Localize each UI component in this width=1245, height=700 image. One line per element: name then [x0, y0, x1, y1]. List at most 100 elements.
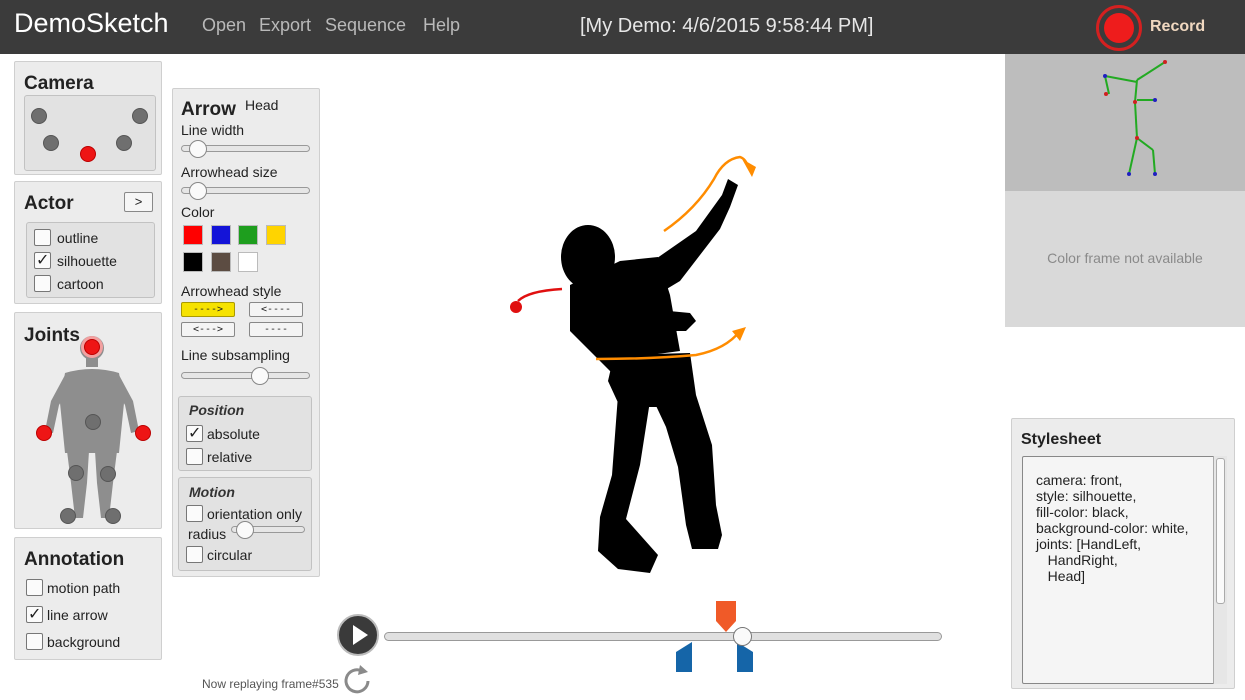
joint-head[interactable]: [84, 339, 100, 355]
skeleton-preview: [1005, 54, 1245, 191]
color-swatch-red[interactable]: [183, 225, 203, 245]
color-swatch-yellow[interactable]: [266, 225, 286, 245]
color-swatch-green[interactable]: [238, 225, 258, 245]
checkbox-silhouette[interactable]: ✓: [34, 252, 51, 269]
actor-style-group: outline ✓ silhouette cartoon: [26, 222, 155, 298]
menu-sequence[interactable]: Sequence: [325, 15, 406, 36]
camera-view-picker: [24, 95, 156, 171]
stylesheet-editor[interactable]: camera: front, style: silhouette, fill-c…: [1022, 456, 1227, 684]
checkbox-circular[interactable]: [186, 546, 203, 563]
joint-knee-right[interactable]: [68, 465, 84, 481]
stylesheet-line: fill-color: black,: [1036, 504, 1129, 520]
main-canvas[interactable]: [500, 145, 770, 585]
subsampling-label: Line subsampling: [181, 347, 290, 363]
checkbox-line-arrow[interactable]: ✓: [26, 606, 43, 623]
line-width-slider-thumb[interactable]: [189, 140, 207, 158]
camera-view-right[interactable]: [116, 135, 132, 151]
check-icon: ✓: [188, 425, 202, 442]
check-icon: ✓: [36, 252, 50, 269]
joint-spine[interactable]: [85, 414, 101, 430]
arrowhead-style-label: Arrowhead style: [181, 283, 282, 299]
motion-group: Motion orientation only radius circular: [178, 477, 312, 571]
camera-view-left[interactable]: [43, 135, 59, 151]
label-line-arrow: line arrow: [47, 607, 108, 623]
checkbox-motion-path[interactable]: [26, 579, 43, 596]
stylesheet-line: joints: [HandLeft,: [1036, 536, 1142, 552]
stylesheet-scrollbar[interactable]: [1213, 456, 1227, 684]
label-orientation-only: orientation only: [207, 506, 302, 522]
subsampling-slider-thumb[interactable]: [251, 367, 269, 385]
check-icon: ✓: [28, 606, 42, 623]
playback-status: Now replaying frame#535: [202, 677, 339, 691]
radius-slider-thumb[interactable]: [236, 521, 254, 539]
camera-view-front[interactable]: [80, 146, 96, 162]
menu-export[interactable]: Export: [259, 15, 311, 36]
session-title: [My Demo: 4/6/2015 9:58:44 PM]: [580, 15, 874, 37]
color-swatch-brown[interactable]: [211, 252, 231, 272]
arrowhead-style-none[interactable]: ----: [249, 322, 303, 337]
stylesheet-line: camera: front,: [1036, 472, 1123, 488]
checkbox-background[interactable]: [26, 633, 43, 650]
arrowhead-style-forward[interactable]: ---->: [181, 302, 235, 317]
camera-view-back-right[interactable]: [132, 108, 148, 124]
joint-foot-left[interactable]: [105, 508, 121, 524]
checkbox-outline[interactable]: [34, 229, 51, 246]
arrowhead-icon: [742, 159, 756, 177]
joint-knee-left[interactable]: [100, 466, 116, 482]
record-label[interactable]: Record: [1150, 18, 1205, 36]
menu-help[interactable]: Help: [423, 15, 460, 36]
position-group: Position ✓ absolute relative: [178, 396, 312, 471]
timeline-slider-thumb[interactable]: [733, 627, 752, 646]
timeline-slider[interactable]: [384, 632, 942, 641]
arrowhead-size-label: Arrowhead size: [181, 164, 278, 180]
color-swatch-black[interactable]: [183, 252, 203, 272]
arrowhead-size-slider-thumb[interactable]: [189, 182, 207, 200]
checkbox-orientation-only[interactable]: [186, 505, 203, 522]
label-radius: radius: [188, 526, 227, 542]
label-absolute: absolute: [207, 426, 260, 442]
color-frame-preview: Color frame not available: [1005, 191, 1245, 327]
camera-panel: Camera: [14, 61, 162, 175]
play-icon: [353, 625, 368, 645]
checkbox-relative[interactable]: [186, 448, 203, 465]
arrow-panel: Arrow Head Line width Arrowhead size Col…: [172, 88, 320, 577]
skeleton-icon: [1103, 60, 1167, 176]
stylesheet-title: Stylesheet: [1021, 431, 1102, 448]
joints-panel: Joints: [14, 312, 162, 529]
menu-open[interactable]: Open: [202, 15, 246, 36]
camera-title: Camera: [24, 73, 94, 94]
camera-view-back-left[interactable]: [31, 108, 47, 124]
joint-hand-left[interactable]: [135, 425, 151, 441]
range-start-marker[interactable]: [674, 640, 694, 674]
checkbox-absolute[interactable]: ✓: [186, 425, 203, 442]
motion-title: Motion: [189, 484, 235, 500]
label-relative: relative: [207, 449, 253, 465]
label-silhouette: silhouette: [57, 253, 117, 269]
label-motion-path: motion path: [47, 580, 121, 596]
arrow-joint-label: Head: [245, 97, 279, 113]
joint-foot-right[interactable]: [60, 508, 76, 524]
joint-hand-right[interactable]: [36, 425, 52, 441]
stylesheet-scrollbar-thumb[interactable]: [1216, 458, 1225, 604]
annotation-panel: Annotation motion path ✓ line arrow back…: [14, 537, 162, 660]
arrowhead-style-both[interactable]: <--->: [181, 322, 235, 337]
arrow-title: Arrow: [181, 99, 236, 120]
actor-silhouette: [561, 179, 738, 573]
checkbox-cartoon[interactable]: [34, 275, 51, 292]
subsampling-slider[interactable]: [181, 372, 310, 379]
arrowhead-style-backward[interactable]: <----: [249, 302, 303, 317]
record-icon: [1104, 13, 1134, 43]
stylesheet-line: style: silhouette,: [1036, 488, 1137, 504]
color-swatch-white[interactable]: [238, 252, 258, 272]
actor-title: Actor: [24, 193, 74, 214]
replay-icon[interactable]: [340, 663, 376, 699]
label-background: background: [47, 634, 121, 650]
play-button[interactable]: [337, 614, 379, 656]
stylesheet-line: Head]: [1036, 568, 1086, 584]
record-button[interactable]: [1096, 5, 1142, 51]
annotation-title: Annotation: [24, 549, 125, 570]
actor-next-button[interactable]: >: [124, 192, 153, 212]
color-swatch-blue[interactable]: [211, 225, 231, 245]
color-label: Color: [181, 204, 215, 220]
app-title: DemoSketch: [14, 8, 169, 38]
